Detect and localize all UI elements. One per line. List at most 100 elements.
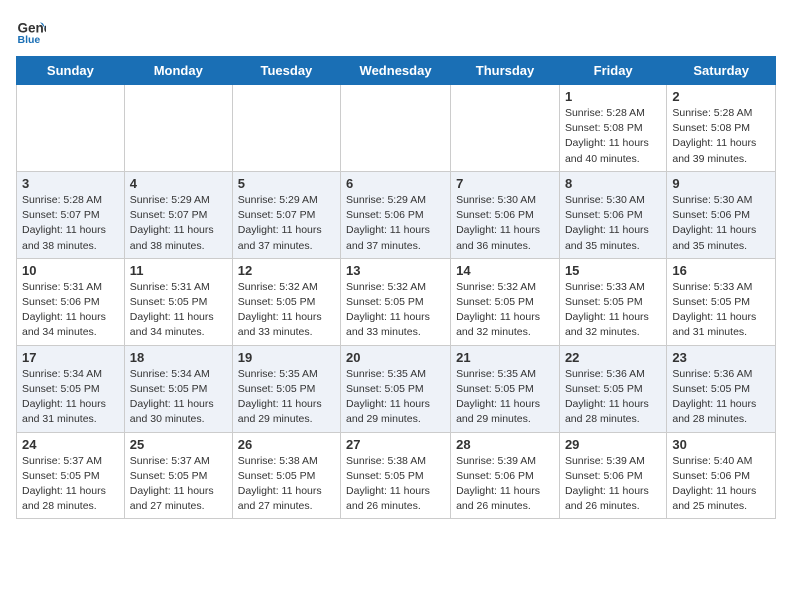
svg-text:General: General [18,21,47,36]
calendar-cell: 11 Sunrise: 5:31 AMSunset: 5:05 PMDayligh… [124,258,232,345]
calendar-cell: 20Sunrise: 5:35 AMSunset: 5:05 PMDayligh… [341,345,451,432]
calendar-cell: 6 Sunrise: 5:29 AMSunset: 5:06 PMDaylight… [341,171,451,258]
calendar-cell [451,85,560,172]
day-number: 7 [456,176,554,191]
day-info: Sunrise: 5:30 AMSunset: 5:06 PMDaylight:… [672,193,770,254]
day-number: 11 [130,263,227,278]
day-info: Sunrise: 5:39 AMSunset: 5:06 PMDaylight:… [456,454,554,515]
week-row-3: 10 Sunrise: 5:31 AMSunset: 5:06 PMDayligh… [17,258,776,345]
calendar-cell: 25 Sunrise: 5:37 AMSunset: 5:05 PMDayligh… [124,432,232,519]
calendar-cell: 8 Sunrise: 5:30 AMSunset: 5:06 PMDaylight… [559,171,666,258]
day-info: Sunrise: 5:34 AMSunset: 5:05 PMDaylight:… [130,367,227,428]
calendar-cell: 7 Sunrise: 5:30 AMSunset: 5:06 PMDaylight… [451,171,560,258]
calendar-cell: 19Sunrise: 5:35 AMSunset: 5:05 PMDayligh… [232,345,340,432]
day-number: 14 [456,263,554,278]
calendar-cell [232,85,340,172]
day-info: Sunrise: 5:32 AMSunset: 5:05 PMDaylight:… [456,280,554,341]
day-info: Sunrise: 5:30 AMSunset: 5:06 PMDaylight:… [565,193,661,254]
calendar-cell: 21 Sunrise: 5:35 AMSunset: 5:05 PMDayligh… [451,345,560,432]
day-number: 27 [346,437,445,452]
day-info: Sunrise: 5:40 AMSunset: 5:06 PMDaylight:… [672,454,770,515]
day-number: 16 [672,263,770,278]
weekday-header-tuesday: Tuesday [232,57,340,85]
week-row-4: 17Sunrise: 5:34 AMSunset: 5:05 PMDayligh… [17,345,776,432]
calendar-cell: 13 Sunrise: 5:32 AMSunset: 5:05 PMDayligh… [341,258,451,345]
day-number: 6 [346,176,445,191]
calendar-cell: 9 Sunrise: 5:30 AMSunset: 5:06 PMDaylight… [667,171,776,258]
day-number: 26 [238,437,335,452]
day-info: Sunrise: 5:31 AMSunset: 5:05 PMDaylight:… [130,280,227,341]
calendar: SundayMondayTuesdayWednesdayThursdayFrid… [16,56,776,519]
day-info: Sunrise: 5:34 AMSunset: 5:05 PMDaylight:… [22,367,119,428]
weekday-header-monday: Monday [124,57,232,85]
calendar-cell [124,85,232,172]
calendar-cell: 18 Sunrise: 5:34 AMSunset: 5:05 PMDayligh… [124,345,232,432]
day-number: 23 [672,350,770,365]
calendar-cell: 10 Sunrise: 5:31 AMSunset: 5:06 PMDayligh… [17,258,125,345]
day-info: Sunrise: 5:29 AMSunset: 5:07 PMDaylight:… [130,193,227,254]
calendar-cell: 17Sunrise: 5:34 AMSunset: 5:05 PMDayligh… [17,345,125,432]
day-number: 8 [565,176,661,191]
day-info: Sunrise: 5:28 AMSunset: 5:07 PMDaylight:… [22,193,119,254]
calendar-cell: 16Sunrise: 5:33 AMSunset: 5:05 PMDayligh… [667,258,776,345]
day-number: 28 [456,437,554,452]
day-number: 13 [346,263,445,278]
day-number: 10 [22,263,119,278]
calendar-cell: 27Sunrise: 5:38 AMSunset: 5:05 PMDayligh… [341,432,451,519]
day-info: Sunrise: 5:29 AMSunset: 5:07 PMDaylight:… [238,193,335,254]
day-info: Sunrise: 5:35 AMSunset: 5:05 PMDaylight:… [456,367,554,428]
day-info: Sunrise: 5:37 AMSunset: 5:05 PMDaylight:… [22,454,119,515]
day-info: Sunrise: 5:29 AMSunset: 5:06 PMDaylight:… [346,193,445,254]
calendar-cell: 30 Sunrise: 5:40 AMSunset: 5:06 PMDayligh… [667,432,776,519]
page: General Blue SundayMondayTuesdayWednesda… [0,0,792,535]
header: General Blue [16,16,776,46]
day-info: Sunrise: 5:28 AMSunset: 5:08 PMDaylight:… [672,106,770,167]
calendar-cell: 14 Sunrise: 5:32 AMSunset: 5:05 PMDayligh… [451,258,560,345]
calendar-cell: 5 Sunrise: 5:29 AMSunset: 5:07 PMDaylight… [232,171,340,258]
day-number: 5 [238,176,335,191]
weekday-header-sunday: Sunday [17,57,125,85]
calendar-cell: 23 Sunrise: 5:36 AMSunset: 5:05 PMDayligh… [667,345,776,432]
day-info: Sunrise: 5:38 AMSunset: 5:05 PMDaylight:… [238,454,335,515]
day-number: 24 [22,437,119,452]
calendar-cell: 4 Sunrise: 5:29 AMSunset: 5:07 PMDaylight… [124,171,232,258]
logo: General Blue [16,16,46,46]
calendar-cell [341,85,451,172]
weekday-header-friday: Friday [559,57,666,85]
day-number: 3 [22,176,119,191]
day-info: Sunrise: 5:37 AMSunset: 5:05 PMDaylight:… [130,454,227,515]
day-number: 9 [672,176,770,191]
day-info: Sunrise: 5:35 AMSunset: 5:05 PMDaylight:… [238,367,335,428]
calendar-cell: 3 Sunrise: 5:28 AMSunset: 5:07 PMDaylight… [17,171,125,258]
day-info: Sunrise: 5:28 AMSunset: 5:08 PMDaylight:… [565,106,661,167]
logo-icon: General Blue [16,16,46,46]
calendar-cell: 1 Sunrise: 5:28 AMSunset: 5:08 PMDaylight… [559,85,666,172]
day-number: 25 [130,437,227,452]
calendar-cell: 2Sunrise: 5:28 AMSunset: 5:08 PMDaylight… [667,85,776,172]
day-info: Sunrise: 5:36 AMSunset: 5:05 PMDaylight:… [672,367,770,428]
week-row-1: 1 Sunrise: 5:28 AMSunset: 5:08 PMDaylight… [17,85,776,172]
calendar-cell: 22Sunrise: 5:36 AMSunset: 5:05 PMDayligh… [559,345,666,432]
day-number: 18 [130,350,227,365]
calendar-cell: 15Sunrise: 5:33 AMSunset: 5:05 PMDayligh… [559,258,666,345]
calendar-cell: 24 Sunrise: 5:37 AMSunset: 5:05 PMDayligh… [17,432,125,519]
weekday-header-wednesday: Wednesday [341,57,451,85]
day-number: 1 [565,89,661,104]
day-number: 21 [456,350,554,365]
week-row-5: 24 Sunrise: 5:37 AMSunset: 5:05 PMDayligh… [17,432,776,519]
day-number: 29 [565,437,661,452]
day-number: 12 [238,263,335,278]
day-number: 30 [672,437,770,452]
day-info: Sunrise: 5:39 AMSunset: 5:06 PMDaylight:… [565,454,661,515]
day-info: Sunrise: 5:33 AMSunset: 5:05 PMDaylight:… [565,280,661,341]
calendar-cell [17,85,125,172]
day-info: Sunrise: 5:32 AMSunset: 5:05 PMDaylight:… [238,280,335,341]
day-info: Sunrise: 5:30 AMSunset: 5:06 PMDaylight:… [456,193,554,254]
calendar-cell: 12 Sunrise: 5:32 AMSunset: 5:05 PMDayligh… [232,258,340,345]
calendar-cell: 28 Sunrise: 5:39 AMSunset: 5:06 PMDayligh… [451,432,560,519]
day-info: Sunrise: 5:31 AMSunset: 5:06 PMDaylight:… [22,280,119,341]
calendar-cell: 29 Sunrise: 5:39 AMSunset: 5:06 PMDayligh… [559,432,666,519]
day-info: Sunrise: 5:36 AMSunset: 5:05 PMDaylight:… [565,367,661,428]
day-number: 4 [130,176,227,191]
day-info: Sunrise: 5:32 AMSunset: 5:05 PMDaylight:… [346,280,445,341]
